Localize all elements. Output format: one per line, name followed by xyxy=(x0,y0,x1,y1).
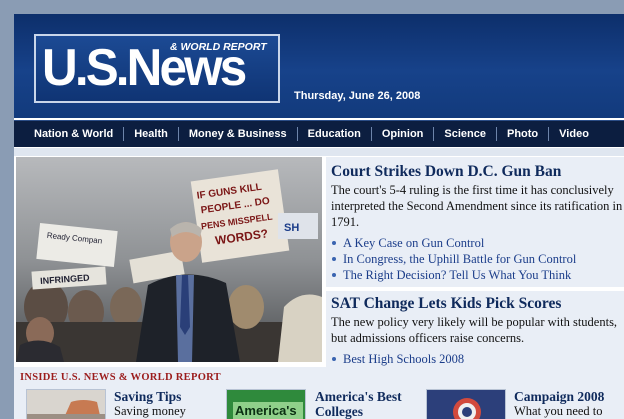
related-link[interactable]: A Key Case on Gun Control xyxy=(331,235,624,251)
nav-item-opinion[interactable]: Opinion xyxy=(372,127,435,141)
page: U.S.News & WORLD REPORT Thursday, June 2… xyxy=(14,14,624,419)
usnews-logo[interactable]: U.S.News & WORLD REPORT xyxy=(34,34,280,103)
bullet-icon xyxy=(332,257,336,261)
bullet-icon xyxy=(332,357,336,361)
story-headline[interactable]: SAT Change Lets Kids Pick Scores xyxy=(331,295,624,313)
logo-subtitle: & WORLD REPORT xyxy=(170,41,267,53)
protest-sign-2: Ready Compan INFRINGED xyxy=(31,223,118,290)
campaign-icon xyxy=(453,398,481,419)
masthead: U.S.News & WORLD REPORT Thursday, June 2… xyxy=(14,14,624,118)
best-colleges-thumbnail: America's xyxy=(226,389,306,419)
promo-title[interactable]: Campaign 2008 xyxy=(514,389,604,404)
related-link[interactable]: Best High Schools 2008 xyxy=(331,351,624,367)
protest-sign-1: IF GUNS KILL PEOPLE ... DO PENS MISSPELL… xyxy=(190,169,290,263)
hand-icon xyxy=(27,400,105,419)
story-gun-ban: Court Strikes Down D.C. Gun Ban The cour… xyxy=(326,157,624,287)
nav-item-education[interactable]: Education xyxy=(298,127,372,141)
divider xyxy=(14,148,624,156)
related-links: A Key Case on Gun Control In Congress, t… xyxy=(331,235,624,283)
story-sat-change: SAT Change Lets Kids Pick Scores The new… xyxy=(326,291,624,371)
inside-section: INSIDE U.S. NEWS & WORLD REPORT Saving T… xyxy=(14,367,624,419)
bullet-icon xyxy=(332,241,336,245)
related-link[interactable]: The Right Decision? Tell Us What You Thi… xyxy=(331,267,624,283)
promo-title[interactable]: America's Best xyxy=(315,389,402,404)
nav-item-health[interactable]: Health xyxy=(124,127,179,141)
section-title: INSIDE U.S. NEWS & WORLD REPORT xyxy=(20,372,221,383)
protest-photo: IF GUNS KILL PEOPLE ... DO PENS MISSPELL… xyxy=(16,157,322,362)
svg-text:SH: SH xyxy=(284,222,299,234)
nav-item-nation-world[interactable]: Nation & World xyxy=(14,127,125,141)
campaign-thumbnail xyxy=(426,389,506,419)
promo-text: What you need to xyxy=(514,404,603,418)
promo-title[interactable]: Saving Tips xyxy=(114,389,181,404)
nav-item-photo[interactable]: Photo xyxy=(497,127,550,141)
bullet-icon xyxy=(332,273,336,277)
lead-story-photo[interactable]: IF GUNS KILL PEOPLE ... DO PENS MISSPELL… xyxy=(16,157,322,362)
nav-item-science[interactable]: Science xyxy=(434,127,497,141)
promo-text: Colleges xyxy=(315,404,363,419)
thumb-label: America's xyxy=(235,403,297,418)
current-date: Thursday, June 26, 2008 xyxy=(294,90,421,102)
story-headline[interactable]: Court Strikes Down D.C. Gun Ban xyxy=(331,163,624,181)
nav-item-money-business[interactable]: Money & Business xyxy=(179,127,298,141)
related-link[interactable]: In Congress, the Uphill Battle for Gun C… xyxy=(331,251,624,267)
story-dek: The court's 5-4 ruling is the first time… xyxy=(331,183,623,229)
protest-sign-3: SH xyxy=(278,213,318,239)
promo-text: Saving money xyxy=(114,404,186,418)
main-nav: Nation & World Health Money & Business E… xyxy=(14,120,624,147)
lead-stories: Court Strikes Down D.C. Gun Ban The cour… xyxy=(326,157,624,371)
story-dek: The new policy very likely will be popul… xyxy=(331,315,618,345)
nav-item-video[interactable]: Video xyxy=(549,127,599,141)
related-links: Best High Schools 2008 xyxy=(331,351,624,367)
piggy-bank-thumbnail xyxy=(26,389,106,419)
